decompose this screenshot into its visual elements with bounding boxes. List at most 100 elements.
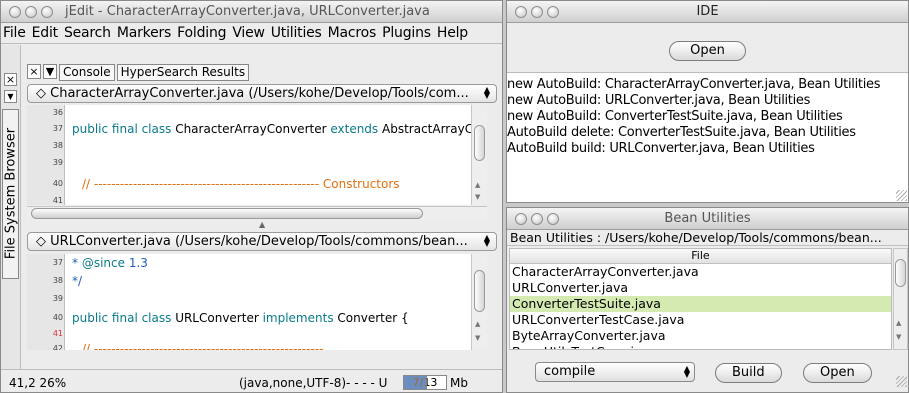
chevron-updown-icon: ▲ ▼ [483,85,491,100]
zoom-window-button[interactable] [41,6,53,18]
menu-search[interactable]: Search [64,25,111,41]
menu-plugins[interactable]: Plugins [382,25,431,41]
menu-edit[interactable]: Edit [32,25,59,41]
code-line: 38 */ [27,273,487,289]
menu-utilities[interactable]: Utilities [271,25,322,41]
identifier: CharacterArrayConverter [171,122,331,136]
line-number: 41 [52,196,63,205]
horizontal-scrollbar[interactable] [27,206,487,220]
menu-macros[interactable]: Macros [328,25,377,41]
memory-value: 7/13 [412,376,438,389]
list-item[interactable]: ByteArrayConverter.java [510,328,891,344]
list-item[interactable]: BeanUtilsTestCase.java [510,344,891,349]
ide-toolbar: Open [507,39,908,63]
menu-help[interactable]: Help [437,25,468,41]
tab-hypersearch-results[interactable]: HyperSearch Results [116,64,250,81]
code-line: 36 [27,105,487,121]
dock-menu-icon[interactable]: ▼ [4,90,17,103]
code-line: 41 [27,326,487,342]
vertical-scrollbar[interactable]: ▲ ▼ [893,248,908,350]
line-number: 38 [52,276,63,285]
log-line: new AutoBuild: CharacterArrayConverter.j… [507,77,881,92]
dock-menu-icon[interactable]: ▼ [43,64,57,79]
line-number: 39 [52,294,63,303]
resize-grip-icon[interactable] [896,190,907,201]
code-line: 41 [27,193,487,205]
caret-position: 41,2 26% [9,376,67,390]
buffer-switcher-top[interactable]: ◇ CharacterArrayConverter.java (/Users/k… [27,84,497,103]
target-value: compile [544,364,596,379]
project-path: Bean Utilities : /Users/kohe/Develop/Too… [507,230,908,246]
scroll-thumb[interactable] [474,125,485,161]
open-button[interactable]: Open [803,363,872,383]
open-button[interactable]: Open [669,41,746,61]
scroll-down-icon[interactable]: ▼ [475,334,480,342]
scroll-thumb[interactable] [31,208,423,219]
list-item[interactable]: URLConverterTestCase.java [510,312,891,328]
line-number: 36 [52,108,63,117]
chevron-updown-icon: ▲ ▼ [483,233,491,248]
menu-bar: File Edit Search Markers Folding View Ut… [1,23,502,44]
build-log[interactable]: new AutoBuild: CharacterArrayConverter.j… [507,72,908,202]
menu-file[interactable]: File [3,25,26,41]
build-button[interactable]: Build [715,363,782,383]
javadoc-text: 1.3 [125,256,148,270]
file-system-browser-tab[interactable]: File System Browser [2,109,19,279]
menu-markers[interactable]: Markers [117,25,171,41]
bean-titlebar[interactable]: Bean Utilities [507,208,908,230]
window-controls [9,6,53,18]
line-number: 37 [52,258,63,267]
ide-title: IDE [696,4,719,19]
ide-titlebar[interactable]: IDE [507,1,908,23]
code-line: 37 public final class CharacterArrayConve… [27,121,487,137]
menu-view[interactable]: View [232,25,265,41]
vertical-scrollbar[interactable]: ▲ ▼ [471,105,487,205]
keyword: implements [262,311,334,325]
keyword: extends [330,122,379,136]
log-line: new AutoBuild: ConverterTestSuite.java, … [507,109,843,124]
split-handle-icon[interactable]: ▲ [259,220,265,229]
jedit-title: jEdit - CharacterArrayConverter.java, UR… [65,4,430,19]
dock-close-icon[interactable]: × [4,73,17,86]
close-window-button[interactable] [9,6,21,18]
line-number: 40 [52,313,63,322]
scroll-down-icon[interactable]: ▼ [896,333,901,341]
code-line: 40 // -----------------------------------… [27,176,487,192]
text-area-bottom[interactable]: 37 * @since 1.3 38 */ 39 40 public final cl… [27,254,487,350]
column-header-file[interactable]: File [510,249,891,264]
buffer-switcher-bottom[interactable]: ◇ URLConverter.java (/Users/kohe/Develop… [27,232,497,251]
jedit-titlebar[interactable]: jEdit - CharacterArrayConverter.java, UR… [1,1,502,23]
scroll-down-icon[interactable]: ▼ [475,193,480,201]
memory-gauge[interactable]: 7/13 [403,375,447,390]
scroll-thumb[interactable] [474,270,485,312]
file-list[interactable]: File CharacterArrayConverter.java URLConv… [509,248,892,350]
list-item-selected[interactable]: ConverterTestSuite.java [510,296,891,312]
scroll-thumb[interactable] [895,259,906,287]
menu-folding[interactable]: Folding [177,25,226,41]
comment: // -------------------------------------… [82,342,324,350]
code-line: 42 // -----------------------------------… [27,341,487,350]
scroll-up-icon[interactable]: ▲ [475,181,480,189]
resize-grip-icon[interactable] [896,376,907,387]
text-area-top[interactable]: 36 37 public final class CharacterArrayCo… [27,105,487,205]
javadoc-tag: @since [81,256,125,270]
target-select[interactable]: compile ▲ ▼ [535,362,695,382]
vertical-scrollbar[interactable]: ▲ ▼ [471,254,487,350]
code-line: 38 [27,138,487,154]
jedit-window: jEdit - CharacterArrayConverter.java, UR… [0,0,503,393]
identifier: URLConverter [171,311,263,325]
line-number: 39 [52,158,63,167]
bean-utilities-window: Bean Utilities Bean Utilities : /Users/k… [506,207,909,393]
dock-close-icon[interactable]: × [27,64,41,79]
log-line: new AutoBuild: URLConverter.java, Bean U… [507,93,811,108]
list-item[interactable]: URLConverter.java [510,280,891,296]
chevron-updown-icon: ▲ ▼ [683,364,690,379]
line-number: 38 [52,141,63,150]
scroll-up-icon[interactable]: ▲ [475,320,480,328]
code-line: 40 public final class URLConverter implem… [27,310,487,326]
list-item[interactable]: CharacterArrayConverter.java [510,264,891,280]
scroll-up-icon[interactable]: ▲ [896,319,901,327]
minimize-window-button[interactable] [25,6,37,18]
tab-console[interactable]: Console [59,64,115,81]
javadoc-star: * [72,256,82,270]
